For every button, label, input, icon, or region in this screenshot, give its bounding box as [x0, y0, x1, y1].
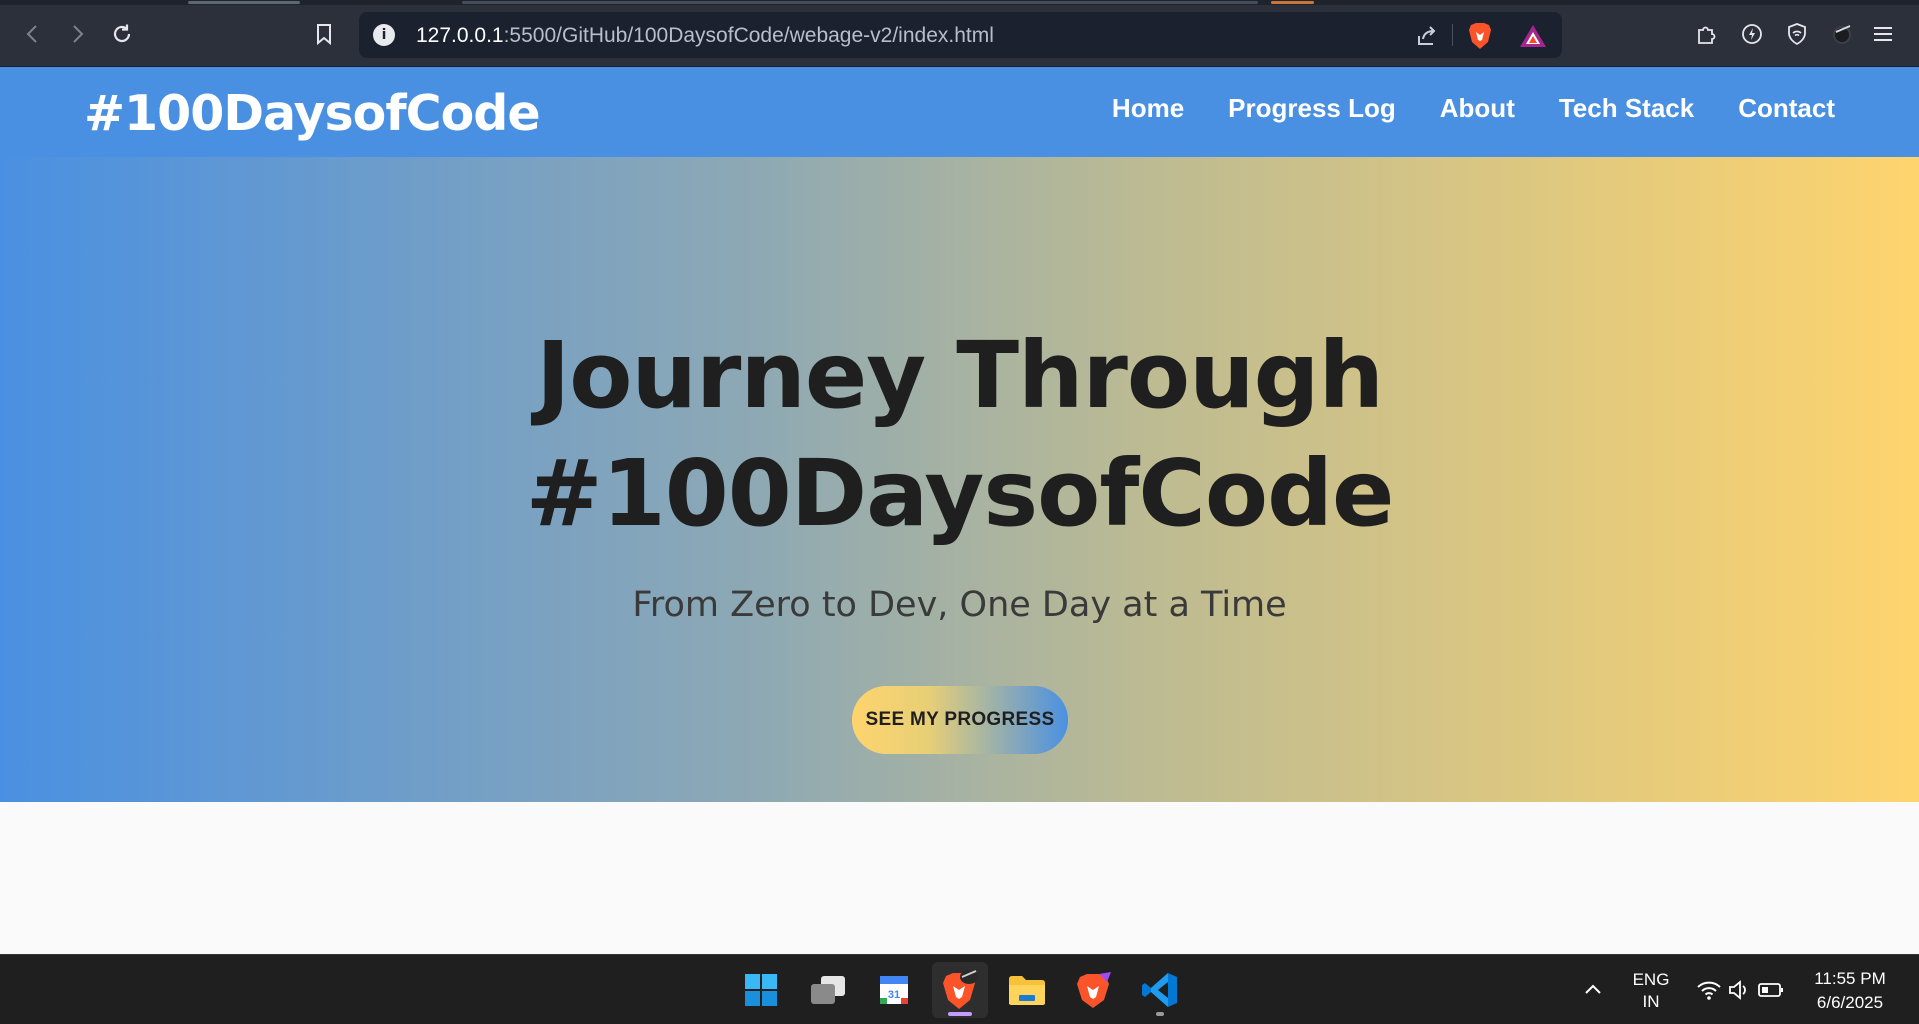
- calendar-app[interactable]: 31: [866, 962, 922, 1018]
- forward-button[interactable]: [61, 18, 93, 50]
- vs-code-app[interactable]: [1132, 962, 1188, 1018]
- divider: [1452, 24, 1453, 46]
- vpn-button[interactable]: [1781, 18, 1813, 50]
- browser-toolbar: i 127.0.0.1:5500/GitHub/100DaysofCode/we…: [0, 0, 1919, 67]
- url-host: 127.0.0.1: [416, 24, 504, 47]
- reload-icon: [113, 24, 131, 43]
- site-logo[interactable]: #100DaysofCode: [84, 85, 541, 142]
- start-button[interactable]: [733, 962, 789, 1018]
- shield-wifi-icon: [1788, 23, 1806, 46]
- brave-nightly-app[interactable]: [1066, 962, 1122, 1018]
- back-button[interactable]: [17, 18, 49, 50]
- hamburger-menu-icon: [1874, 27, 1892, 41]
- puzzle-icon: [1698, 26, 1716, 44]
- wifi-icon: [1697, 981, 1721, 1000]
- brave-lion-icon: [943, 970, 978, 1009]
- brave-nightly-icon: [1077, 972, 1111, 1008]
- nav-links: Home Progress Log About Tech Stack Conta…: [1112, 93, 1835, 124]
- leo-ai-button[interactable]: [1736, 18, 1768, 50]
- brave-shields-button[interactable]: [1466, 22, 1494, 50]
- windows-logo-icon: [745, 974, 777, 1006]
- address-bar[interactable]: i 127.0.0.1:5500/GitHub/100DaysofCode/we…: [359, 12, 1562, 58]
- tab-strip: [0, 0, 1919, 5]
- folder-icon: [1009, 976, 1045, 1005]
- share-button[interactable]: [1413, 22, 1441, 50]
- rewards-triangle-icon: [1520, 25, 1546, 47]
- hero-subtitle: From Zero to Dev, One Day at a Time: [632, 585, 1287, 625]
- nav-about[interactable]: About: [1440, 93, 1515, 124]
- region-code: IN: [1642, 992, 1660, 1011]
- brave-browser-app[interactable]: [932, 962, 988, 1018]
- task-view-icon: [811, 976, 845, 1004]
- avatar-icon: [1833, 25, 1851, 44]
- system-clock[interactable]: 11:55 PM 6/6/2025: [1800, 967, 1900, 1015]
- webpage: #100DaysofCode Home Progress Log About T…: [0, 67, 1919, 954]
- running-app-indicator: [1156, 1012, 1164, 1016]
- tab-indicator[interactable]: [462, 1, 1258, 4]
- battery-icon: [1758, 983, 1783, 997]
- site-info-icon[interactable]: i: [373, 24, 395, 46]
- brave-rewards-button[interactable]: [1519, 22, 1547, 50]
- hero-section: Journey Through #100DaysofCode From Zero…: [0, 157, 1919, 802]
- nav-home[interactable]: Home: [1112, 93, 1184, 124]
- calendar-icon: 31: [880, 976, 908, 1004]
- language-code: ENG: [1632, 970, 1670, 989]
- clock-time: 11:55 PM: [1814, 969, 1886, 988]
- bookmark-icon: [317, 24, 331, 46]
- volume-icon: [1729, 980, 1746, 1000]
- chevron-right-icon: [73, 25, 84, 43]
- tab-indicator[interactable]: [1271, 1, 1314, 4]
- profile-button[interactable]: [1826, 18, 1858, 50]
- quick-settings-button[interactable]: [1690, 962, 1790, 1018]
- chevron-up-icon: [1585, 984, 1601, 994]
- task-view-button[interactable]: [800, 962, 856, 1018]
- calendar-day: 31: [888, 989, 900, 1001]
- see-progress-button[interactable]: SEE MY PROGRESS: [852, 686, 1068, 754]
- bookmark-button[interactable]: [308, 18, 340, 50]
- url-text[interactable]: 127.0.0.1:5500/GitHub/100DaysofCode/weba…: [416, 24, 994, 48]
- menu-button[interactable]: [1867, 18, 1899, 50]
- chevron-left-icon: [26, 25, 37, 43]
- site-navbar: #100DaysofCode Home Progress Log About T…: [0, 67, 1919, 157]
- nav-tech-stack[interactable]: Tech Stack: [1559, 93, 1694, 124]
- vscode-icon: [1142, 973, 1177, 1007]
- taskbar: 31 ENG IN 11:55 PM 6/6/2025: [0, 954, 1919, 1024]
- nav-progress-log[interactable]: Progress Log: [1228, 93, 1396, 124]
- hero-title-line-1: Journey Through: [536, 322, 1384, 429]
- url-path: :5500/GitHub/100DaysofCode/webage-v2/ind…: [503, 24, 994, 47]
- show-hidden-icons-button[interactable]: [1573, 962, 1613, 1018]
- reload-button[interactable]: [106, 18, 138, 50]
- clock-date: 6/6/2025: [1816, 993, 1884, 1012]
- hero-title-line-2: #100DaysofCode: [525, 440, 1395, 547]
- share-icon: [1418, 26, 1436, 45]
- nav-contact[interactable]: Contact: [1738, 93, 1835, 124]
- extensions-button[interactable]: [1690, 18, 1722, 50]
- input-language-indicator[interactable]: ENG IN: [1630, 969, 1672, 1013]
- tab-indicator[interactable]: [188, 1, 300, 4]
- brave-lion-icon: [1469, 23, 1491, 49]
- active-app-indicator: [948, 1012, 972, 1016]
- file-explorer-app[interactable]: [999, 962, 1055, 1018]
- hero-title: Journey Through #100DaysofCode: [0, 317, 1919, 553]
- lightning-circle-icon: [1742, 24, 1762, 44]
